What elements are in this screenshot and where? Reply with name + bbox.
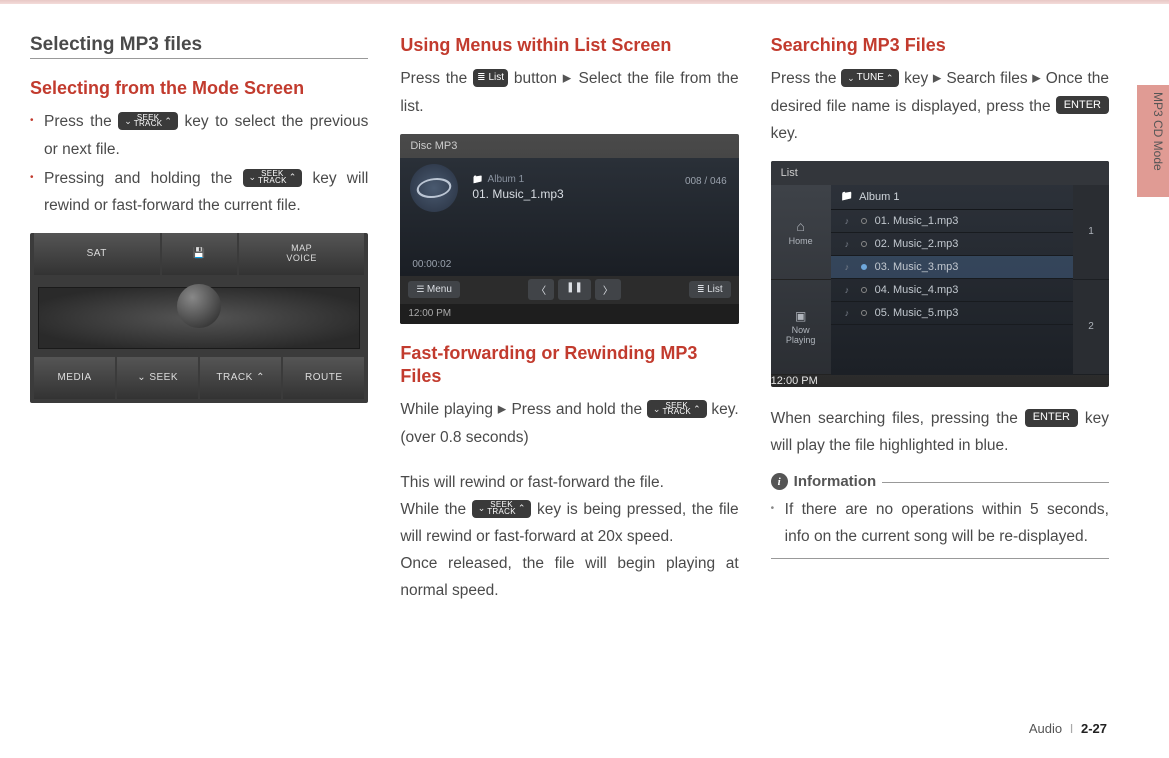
hw-btn-media: MEDIA (34, 357, 115, 399)
page-footer: Audio I 2-27 (1029, 721, 1107, 736)
np-elapsed: 00:00:02 (412, 259, 451, 270)
list-album: Album 1 (831, 185, 1073, 210)
page-content: Selecting MP3 files Selecting from the M… (0, 4, 1169, 604)
list-instruction: Press the ≣List button ▶ Select the file… (400, 65, 738, 119)
divider (882, 482, 1109, 483)
search-note: When searching files, pressing the ENTER… (771, 405, 1109, 459)
column-3: Searching MP3 Files Press the ⌄TUNE⌃ key… (771, 34, 1109, 604)
subheading-mode-screen: Selecting from the Mode Screen (30, 77, 368, 100)
ffwd-p2: This will rewind or fast-forward the fil… (400, 469, 738, 496)
list-main: Album 1 01. Music_1.mp3 02. Music_2.mp3 … (831, 185, 1073, 375)
prev-icon: 〈 (528, 279, 554, 300)
seek-track-key: ⌄SEEKTRACK⌃ (472, 500, 532, 518)
info-bullet: If there are no operations within 5 seco… (771, 496, 1109, 550)
hw-knob (177, 284, 221, 328)
np-main: Album 1 01. Music_1.mp3 008 / 046 00:00:… (400, 158, 738, 276)
list-sidebar: ⌂Home ▣Now Playing (771, 185, 831, 375)
seek-track-key: ⌄SEEKTRACK⌃ (118, 112, 178, 130)
bullet-1: Press the ⌄SEEKTRACK⌃ key to select the … (30, 108, 368, 162)
list-pager: 1 2 (1073, 185, 1109, 375)
tune-key: ⌄TUNE⌃ (841, 69, 899, 87)
subheading-ffwd: Fast-forwarding or Rewinding MP3 Files (400, 342, 738, 389)
column-1: Selecting MP3 files Selecting from the M… (30, 34, 368, 604)
enter-key: ENTER (1056, 96, 1109, 114)
list-row-highlighted: 03. Music_3.mp3 (831, 256, 1073, 279)
hw-btn-sd: 💾 (162, 233, 237, 275)
np-track: 01. Music_1.mp3 (472, 187, 563, 201)
search-instruction: Press the ⌄TUNE⌃ key ▶ Search files ▶ On… (771, 65, 1109, 146)
arrow-icon: ▶ (933, 73, 942, 85)
page-num: 1 (1073, 185, 1109, 280)
page-num: 2 (1073, 280, 1109, 375)
hyundai-logo-icon (410, 164, 458, 212)
arrow-icon: ▶ (498, 404, 507, 416)
seek-track-key: ⌄SEEKTRACK⌃ (647, 400, 707, 418)
information-header: i Information (771, 473, 1109, 490)
hw-btn-sat: SAT (34, 233, 160, 275)
arrow-icon: ▶ (563, 73, 573, 85)
info-icon: i (771, 473, 788, 490)
list-row: 05. Music_5.mp3 (831, 302, 1073, 325)
hw-btn-route: ROUTE (283, 357, 364, 399)
np-counter: 008 / 046 (685, 176, 727, 187)
column-2: Using Menus within List Screen Press the… (400, 34, 738, 604)
list-header: List (771, 161, 1109, 185)
subheading-search: Searching MP3 Files (771, 34, 1109, 57)
footer-section: Audio (1029, 721, 1062, 736)
ffwd-p3: While the ⌄SEEKTRACK⌃ key is being press… (400, 496, 738, 550)
enter-key: ENTER (1025, 409, 1078, 427)
information-label: Information (794, 473, 877, 490)
bullet-2: Pressing and holding the ⌄SEEKTRACK⌃ key… (30, 165, 368, 219)
hardware-panel-screenshot: SAT 💾 MAP VOICE MEDIA ⌄ SEEK TRACK ⌃ ROU… (30, 233, 368, 403)
np-controls: Menu 〈 ❚❚ 〉 List (400, 276, 738, 304)
np-time: 12:00 PM (400, 304, 738, 324)
np-list-btn: List (689, 281, 731, 298)
subheading-list-menus: Using Menus within List Screen (400, 34, 738, 57)
hw-btn-map-voice: MAP VOICE (239, 233, 365, 275)
list-row: 02. Music_2.mp3 (831, 233, 1073, 256)
info-bullets: If there are no operations within 5 seco… (771, 496, 1109, 550)
list-key: ≣List (473, 69, 508, 87)
next-icon: 〉 (595, 279, 621, 300)
section-title: Selecting MP3 files (30, 34, 202, 58)
hw-btn-seek-down: ⌄ SEEK (117, 357, 198, 399)
now-playing-screenshot: Disc MP3 Album 1 01. Music_1.mp3 008 / 0… (400, 134, 738, 324)
list-row: 01. Music_1.mp3 (831, 210, 1073, 233)
hw-display (38, 287, 360, 349)
np-album: Album 1 (472, 174, 563, 185)
list-side-nowplaying: ▣Now Playing (771, 280, 831, 375)
file-list-screenshot: List ⌂Home ▣Now Playing Album 1 01. Musi… (771, 161, 1109, 387)
list-time: 12:00 PM (771, 375, 1109, 387)
footer-divider: I (1070, 721, 1074, 736)
hw-btn-track-up: TRACK ⌃ (200, 357, 281, 399)
side-section-label: MP3 CD Mode (1151, 92, 1165, 171)
arrow-icon: ▶ (1032, 73, 1041, 85)
seek-track-key: ⌄SEEKTRACK⌃ (243, 169, 303, 187)
ffwd-p1: While playing ▶ Press and hold the ⌄SEEK… (400, 396, 738, 450)
section-title-rule: Selecting MP3 files (30, 34, 368, 59)
mode-bullets: Press the ⌄SEEKTRACK⌃ key to select the … (30, 108, 368, 219)
list-side-home: ⌂Home (771, 185, 831, 280)
list-row: 04. Music_4.mp3 (831, 279, 1073, 302)
pause-icon: ❚❚ (558, 279, 591, 300)
footer-page: 2-27 (1081, 721, 1107, 736)
np-header: Disc MP3 (400, 134, 738, 158)
ffwd-p4: Once released, the file will begin playi… (400, 550, 738, 604)
np-menu-btn: Menu (408, 281, 460, 298)
divider (771, 558, 1109, 559)
